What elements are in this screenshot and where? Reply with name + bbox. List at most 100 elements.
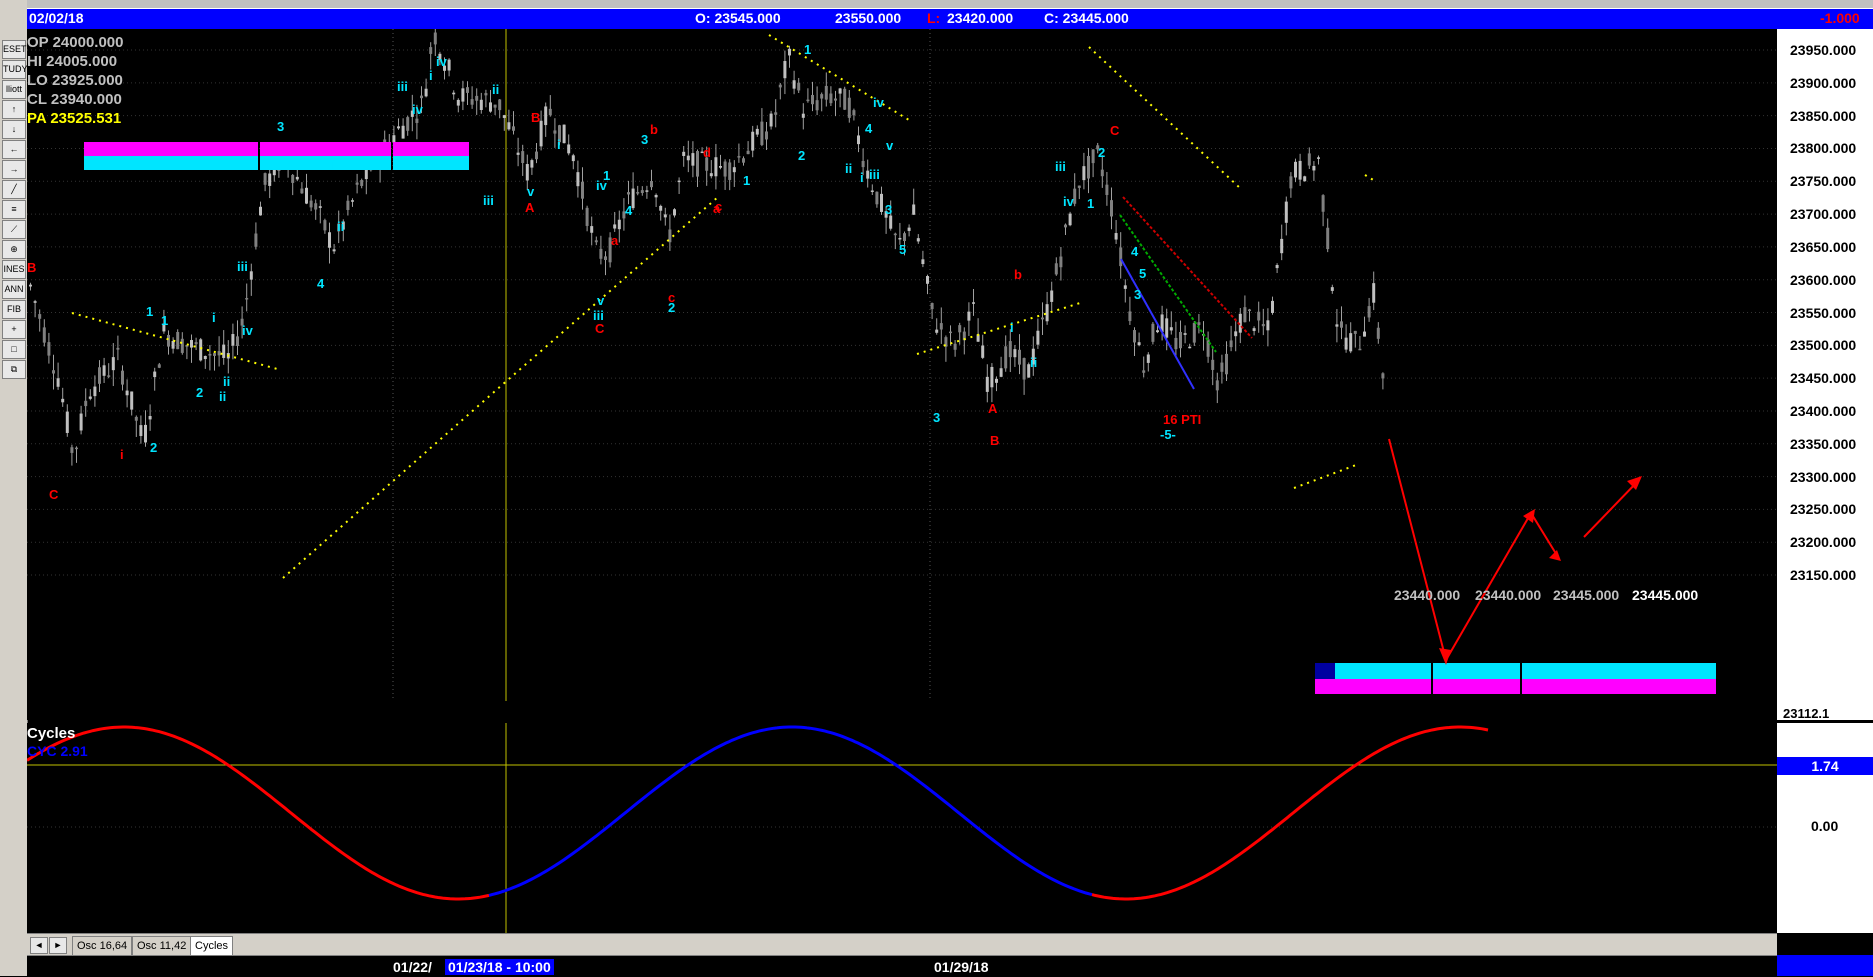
price-tick-label: 23300.000 [1790, 468, 1857, 485]
candle-body [516, 152, 520, 155]
scroll-right-button[interactable]: ► [49, 937, 67, 954]
toolbar-lines-button[interactable]: INES [2, 260, 26, 279]
date-label-1: 01/22/ [393, 959, 432, 975]
wave-label-cyan: ii [1030, 355, 1037, 370]
candle-body [433, 32, 437, 45]
candle-body [571, 155, 575, 162]
toolbar-cross-icon[interactable]: + [2, 320, 26, 339]
toolbar-zoom-icon[interactable]: ⊕ [2, 240, 26, 259]
toolbar-draw-icon[interactable]: ╱ [2, 180, 26, 199]
candle-body [562, 124, 566, 144]
candle-body [1220, 362, 1224, 372]
candle-body [755, 128, 759, 135]
toolbar-study-button[interactable]: TUDY [2, 60, 28, 79]
candle-body [880, 193, 883, 212]
wave-label-red: c [715, 199, 722, 214]
candle-body [852, 110, 856, 116]
tab-cycles[interactable]: Cycles [190, 936, 234, 956]
candle-body [507, 122, 511, 130]
zone-magenta-1 [84, 142, 258, 156]
toolbar-channel-icon[interactable]: ≡ [2, 200, 26, 219]
price-tick-label: 23800.000 [1790, 140, 1857, 157]
candle-body [553, 130, 557, 134]
candle-body [585, 207, 589, 226]
candle-body [1151, 323, 1155, 342]
candle-body [429, 47, 433, 54]
candle-body [843, 88, 847, 110]
price-tick-label: 23650.000 [1790, 238, 1857, 255]
candle-body [627, 192, 630, 195]
toolbar-gann-button[interactable]: ANN [2, 280, 26, 299]
candle-body [98, 367, 101, 384]
corner-box [1777, 955, 1873, 976]
toolbar-arrow-left-icon[interactable]: ← [2, 140, 26, 159]
candle-body [484, 93, 488, 96]
candle-body [323, 220, 327, 231]
candle-body [79, 413, 83, 431]
candle-body [502, 115, 506, 118]
candle-body [847, 97, 851, 118]
toolbar-reset-button[interactable]: ESET [2, 40, 27, 59]
candle-body [1018, 349, 1021, 365]
candle-body [29, 284, 32, 287]
candle-body [479, 99, 483, 110]
candle-body [305, 187, 308, 204]
candle-body [1340, 321, 1343, 328]
candle-body [1110, 200, 1113, 217]
candle-body [1330, 287, 1334, 291]
toolbar-arrow-up-icon[interactable]: ↑ [2, 100, 26, 119]
wave-label-cyan: 1 [146, 304, 153, 319]
wave-label-red: C [49, 487, 59, 502]
toolbar-box-icon[interactable]: □ [2, 340, 26, 359]
toolbar-copy-icon[interactable]: ⧉ [2, 360, 26, 379]
price-chart[interactable]: 1122iiiiviii3iii4iiiiviiiiiiiviiiviiiiv1… [27, 29, 1777, 720]
candle-body [65, 411, 69, 433]
price-tick-label: 23500.000 [1790, 337, 1857, 354]
osc-zero-label: 0.00 [1811, 818, 1839, 834]
candle-body [1257, 311, 1261, 321]
candle-body [1128, 311, 1132, 322]
candle-body [1271, 300, 1274, 313]
ohlc-pa: PA 23525.531 [27, 110, 122, 127]
wave-label-red: b [650, 122, 658, 137]
wave-label-cyan: 2 [150, 440, 157, 455]
close-value: C: 23445.000 [1044, 10, 1129, 26]
candle-body [203, 355, 207, 360]
candle-body [663, 214, 667, 218]
tab-osc-16-64[interactable]: Osc 16,64 [72, 936, 133, 956]
wave-label-cyan: 2 [798, 148, 805, 163]
cycles-oscillator[interactable] [27, 723, 1777, 933]
candle-body [1004, 346, 1008, 369]
toolbar-arrow-down-icon[interactable]: ↓ [2, 120, 26, 139]
price-tick-label: 23850.000 [1790, 107, 1857, 124]
wave-label-cyan: 5 [899, 242, 906, 257]
candle-body [355, 182, 359, 185]
candle-body [636, 192, 640, 194]
candle-body [1192, 322, 1196, 343]
candle-body [958, 325, 962, 333]
candle-body [544, 106, 548, 126]
candle-body [1289, 176, 1293, 189]
candle-body [1321, 195, 1325, 212]
toolbar-fib-button[interactable]: FIB [2, 300, 26, 319]
candle-body [1335, 324, 1339, 327]
scroll-left-button[interactable]: ◄ [30, 937, 48, 954]
toolbar-trend-icon[interactable]: ⟋ [2, 220, 26, 239]
open-value: O: 23545.000 [695, 10, 781, 26]
toolbar-arrow-right-icon[interactable]: → [2, 160, 26, 179]
candle-body [475, 95, 479, 101]
tab-osc-11-42[interactable]: Osc 11,42 [132, 936, 192, 956]
ohlc-high: HI 24005.000 [27, 53, 118, 70]
candle-body [875, 191, 879, 205]
candle-body [259, 206, 262, 216]
wave-label-cyan: i [332, 157, 336, 172]
candle-body [1303, 176, 1307, 182]
candle-body [130, 391, 134, 410]
wave-label-red: c [668, 290, 675, 305]
candle-body [236, 336, 239, 346]
candle-body [1068, 213, 1072, 226]
candle-body [686, 155, 690, 161]
toolbar-elliott-button[interactable]: lliott [2, 80, 26, 99]
target-price-label: 23445.000 [1553, 587, 1619, 603]
candle-body [696, 151, 699, 177]
